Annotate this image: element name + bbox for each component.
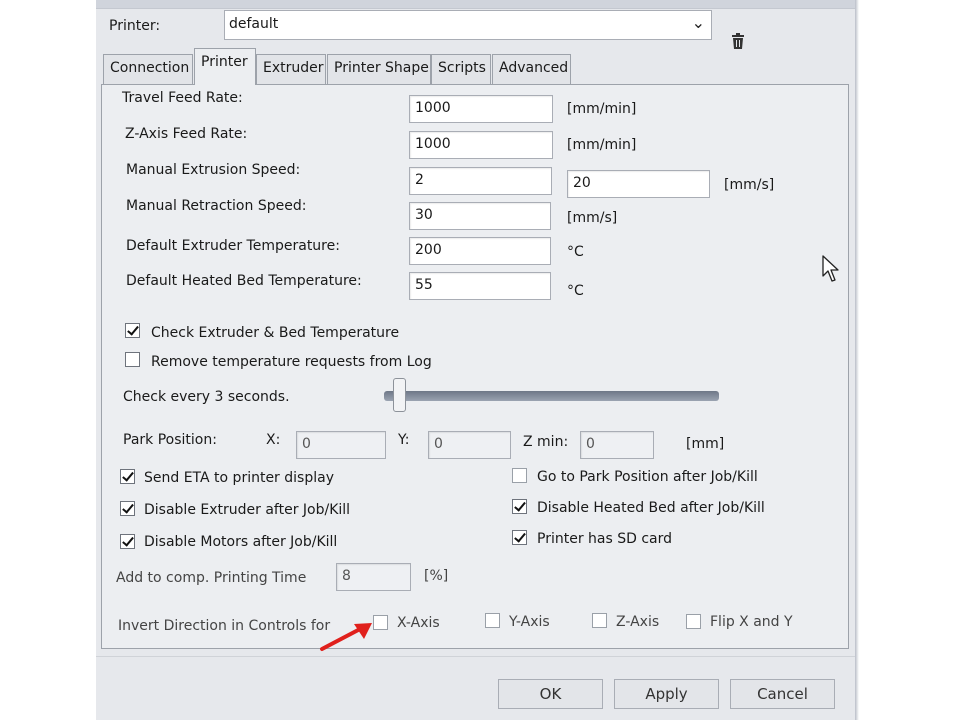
comp-time-unit: [%] [424, 568, 449, 584]
printer-select-value: default [229, 16, 279, 32]
travel-feed-rate-unit: [mm/min] [567, 101, 637, 117]
disable-bed-label: Disable Heated Bed after Job/Kill [537, 500, 765, 516]
printer-select[interactable]: default ⌄ [224, 10, 712, 40]
manual-extrusion-speed-unit: [mm/s] [724, 177, 775, 193]
tab-printer[interactable]: Printer [194, 48, 256, 85]
tab-extruder[interactable]: Extruder [256, 54, 326, 84]
remove-temp-requests-checkbox[interactable] [125, 352, 140, 367]
park-x-input[interactable]: 0 [296, 431, 386, 459]
sd-card-label: Printer has SD card [537, 531, 673, 547]
default-bed-temp-label: Default Heated Bed Temperature: [126, 273, 362, 289]
comp-time-input[interactable]: 8 [336, 563, 411, 591]
flip-xy-label: Flip X and Y [710, 614, 793, 630]
annotation-arrow-icon [320, 623, 372, 651]
go-to-park-checkbox[interactable] [512, 468, 527, 483]
park-z-label: Z min: [523, 434, 569, 450]
printer-label: Printer: [109, 18, 161, 34]
chevron-down-icon[interactable]: ⌄ [692, 13, 705, 32]
go-to-park-label: Go to Park Position after Job/Kill [537, 469, 758, 485]
invert-y-checkbox[interactable] [485, 613, 500, 628]
default-extruder-temp-input[interactable]: 200 [409, 237, 551, 265]
park-x-label: X: [266, 432, 281, 448]
manual-retraction-speed-input[interactable]: 30 [409, 202, 551, 230]
check-temp-checkbox[interactable] [125, 323, 140, 338]
check-temp-label: Check Extruder & Bed Temperature [151, 325, 400, 341]
disable-extruder-checkbox[interactable] [120, 501, 135, 516]
manual-extrusion-speed-label: Manual Extrusion Speed: [126, 162, 301, 178]
check-interval-slider-thumb[interactable] [393, 378, 406, 412]
park-z-input[interactable]: 0 [580, 431, 654, 459]
default-extruder-temp-unit: °C [567, 244, 584, 260]
ok-button[interactable]: OK [498, 679, 603, 709]
manual-extrusion-speed-input[interactable]: 2 [409, 167, 552, 195]
check-interval-label: Check every 3 seconds. [123, 389, 290, 405]
park-y-input[interactable]: 0 [428, 431, 511, 459]
tab-advanced[interactable]: Advanced [492, 54, 571, 84]
trash-icon[interactable] [731, 33, 745, 49]
invert-direction-label: Invert Direction in Controls for [118, 618, 331, 634]
disable-bed-checkbox[interactable] [512, 499, 527, 514]
mouse-cursor-icon [822, 255, 839, 282]
default-bed-temp-unit: °C [567, 283, 584, 299]
disable-motors-label: Disable Motors after Job/Kill [144, 534, 338, 550]
manual-extrusion-speed-max-input[interactable]: 20 [567, 170, 710, 198]
flip-xy-checkbox[interactable] [686, 614, 701, 629]
sd-card-checkbox[interactable] [512, 530, 527, 545]
apply-button[interactable]: Apply [614, 679, 719, 709]
park-position-label: Park Position: [123, 432, 217, 448]
invert-z-checkbox[interactable] [592, 613, 607, 628]
send-eta-label: Send ETA to printer display [144, 470, 334, 486]
z-axis-feed-rate-label: Z-Axis Feed Rate: [125, 126, 248, 142]
manual-retraction-speed-unit: [mm/s] [567, 210, 618, 226]
default-bed-temp-input[interactable]: 55 [409, 272, 551, 300]
park-y-label: Y: [398, 432, 410, 448]
button-separator [96, 656, 855, 657]
invert-x-label: X-Axis [397, 615, 440, 631]
tab-connection[interactable]: Connection [103, 54, 193, 84]
tab-scripts[interactable]: Scripts [431, 54, 491, 84]
comp-time-label: Add to comp. Printing Time [116, 570, 307, 586]
send-eta-checkbox[interactable] [120, 469, 135, 484]
window-edge [855, 0, 859, 720]
cancel-button[interactable]: Cancel [730, 679, 835, 709]
invert-y-label: Y-Axis [509, 614, 550, 630]
remove-temp-requests-label: Remove temperature requests from Log [151, 354, 432, 370]
z-axis-feed-rate-input[interactable]: 1000 [409, 131, 553, 159]
travel-feed-rate-input[interactable]: 1000 [409, 95, 553, 123]
travel-feed-rate-label: Travel Feed Rate: [122, 90, 243, 106]
z-axis-feed-rate-unit: [mm/min] [567, 137, 637, 153]
default-extruder-temp-label: Default Extruder Temperature: [126, 238, 340, 254]
tab-printer-shape[interactable]: Printer Shape [327, 54, 431, 84]
disable-motors-checkbox[interactable] [120, 534, 135, 549]
check-interval-slider-track[interactable] [384, 391, 719, 401]
title-bar [96, 0, 855, 9]
manual-retraction-speed-label: Manual Retraction Speed: [126, 198, 307, 214]
invert-z-label: Z-Axis [616, 614, 660, 630]
disable-extruder-label: Disable Extruder after Job/Kill [144, 502, 351, 518]
park-unit: [mm] [686, 436, 725, 452]
